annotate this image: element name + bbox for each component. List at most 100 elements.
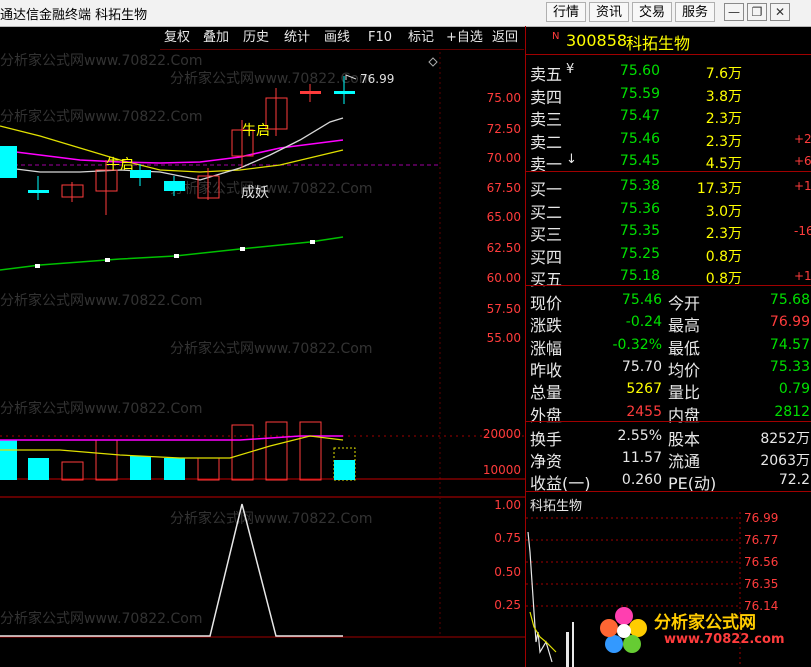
minimize-icon[interactable]: — <box>724 3 744 21</box>
site-logo: 分析家公式网 www.70822.com <box>598 600 808 664</box>
fundamental-value: 0.260 <box>621 472 662 488</box>
bid-row[interactable]: 买一 75.38 17.3万 +19 <box>526 175 811 199</box>
price-axis-label: 70.00 <box>486 151 521 165</box>
market-button[interactable]: 行情 <box>546 2 587 22</box>
axis-diamond-icon <box>428 57 438 67</box>
ask-mark: ↓ <box>566 152 577 168</box>
ask-volume: 3.8万 <box>705 88 742 105</box>
bid-label: 买四 <box>530 247 563 267</box>
bid-volume: 17.3万 <box>696 181 742 197</box>
price-axis-label: 57.50 <box>486 302 521 316</box>
ask-change: +2 <box>794 131 811 146</box>
close-icon[interactable]: ✕ <box>770 3 790 21</box>
price-axis-label: 67.50 <box>486 181 521 195</box>
quote-row: 涨跌 -0.24 最高 76.99 <box>526 311 811 335</box>
ask-label: 卖二 <box>530 132 563 152</box>
bid-row[interactable]: 买三 75.35 2.3万 -16 <box>526 220 811 245</box>
ask-row[interactable]: 卖一 ↓ 75.45 4.5万 +6 <box>526 150 811 174</box>
toolbar-draw-button[interactable]: 画线 <box>320 28 354 48</box>
trade-button[interactable]: 交易 <box>632 2 673 22</box>
toolbar-adjust-button[interactable]: 复权 <box>160 28 194 48</box>
ma-dot <box>105 258 110 262</box>
bid-change: +1 <box>794 269 811 284</box>
indicator-axis-label: 0.50 <box>494 565 521 579</box>
ask-row[interactable]: 卖三 75.47 2.3万 <box>526 105 811 130</box>
bid-price: 75.38 <box>619 178 660 194</box>
quote-value: 75.68 <box>769 292 810 308</box>
ask-change: +6 <box>794 154 811 169</box>
mini-axis-label: 76.35 <box>744 577 779 591</box>
bid-row[interactable]: 买四 75.25 0.8万 <box>526 243 811 267</box>
indicator-axis-label: 0.25 <box>494 598 521 612</box>
ask-price: 75.45 <box>619 153 660 170</box>
signal-label: 牛启 <box>242 123 270 139</box>
quote-value: 75.33 <box>769 358 810 375</box>
fundamental-row: 收益(一) 0.260 PE(动) 72.2 <box>526 469 811 493</box>
divider <box>526 421 811 422</box>
logo-url: www.70822.com <box>664 632 785 647</box>
ma-green-line <box>0 236 344 271</box>
fundamental-value: 8252万 <box>760 431 810 447</box>
quote-value: 76.99 <box>769 314 810 331</box>
bid-volume: 3.0万 <box>705 203 742 220</box>
high-price-label: 76.99 <box>360 72 395 86</box>
ma-dot <box>35 264 40 268</box>
news-button[interactable]: 资讯 <box>589 2 630 22</box>
ask-row[interactable]: 卖二 75.46 2.3万 +2 <box>526 128 811 152</box>
toolbar-add-favorite-button[interactable]: +自选 <box>442 28 487 48</box>
ask-volume: 2.3万 <box>705 111 742 128</box>
price-axis-label: 60.00 <box>486 271 521 285</box>
divider <box>526 54 811 55</box>
quote-value: -0.32% <box>612 336 662 353</box>
quote-value: 75.70 <box>621 358 662 375</box>
ask-price: 75.60 <box>619 63 660 79</box>
ask-volume: 7.6万 <box>705 66 742 82</box>
quote-row: 外盘 2455 内盘 2812 <box>526 401 811 425</box>
restore-icon[interactable]: ❐ <box>747 3 767 21</box>
quote-row: 现价 75.46 今开 75.68 <box>526 289 811 313</box>
ask-mark: ¥ <box>566 62 575 77</box>
quote-row: 总量 5267 量比 0.79 <box>526 378 811 402</box>
bid-label: 买三 <box>530 225 563 245</box>
service-button[interactable]: 服务 <box>675 2 716 22</box>
quote-value: 74.57 <box>769 336 810 353</box>
volume-axis-label: 20000 <box>482 427 521 441</box>
quote-value: 2812 <box>774 403 810 420</box>
ask-label: 卖三 <box>530 110 563 130</box>
flower-logo-icon <box>600 607 647 653</box>
bid-price: 75.35 <box>619 223 660 240</box>
price-axis-label: 55.00 <box>486 331 521 345</box>
ask-row[interactable]: 卖四 75.59 3.8万 <box>526 83 811 107</box>
ma-dot <box>240 247 245 251</box>
toolbar-overlay-button[interactable]: 叠加 <box>199 28 233 48</box>
stock-header: N 300858 科拓生物 <box>526 27 811 53</box>
fundamental-value: 2.55% <box>617 428 662 444</box>
ask-price: 75.47 <box>619 108 660 125</box>
toolbar-mark-button[interactable]: 标记 <box>404 28 438 48</box>
toolbar-stats-button[interactable]: 统计 <box>280 28 314 48</box>
bid-label: 买一 <box>530 180 563 199</box>
signal-label: 牛启 <box>106 157 134 173</box>
volume-ma-magenta <box>0 435 343 441</box>
volume-axis-label: 10000 <box>482 463 521 477</box>
divider <box>526 491 811 492</box>
ma-magenta-line <box>0 139 344 164</box>
signal-label: 成妖 <box>241 185 269 201</box>
toolbar-f10-button[interactable]: F10 <box>364 28 396 48</box>
toolbar-back-button[interactable]: 返回 <box>488 28 522 48</box>
logo-text: 分析家公式网 <box>654 613 756 633</box>
price-axis-label: 65.00 <box>486 210 521 224</box>
price-axis-label: 72.50 <box>486 122 521 136</box>
title-bar: 通达信金融终端 科拓生物 行情 资讯 交易 服务 — ❐ ✕ <box>0 0 811 27</box>
price-axis-label: 62.50 <box>486 241 521 255</box>
ask-row[interactable]: 卖五 ¥75.60 7.6万 <box>526 60 811 84</box>
bid-row[interactable]: 买二 75.36 3.0万 <box>526 198 811 222</box>
ask-price: 75.59 <box>619 85 660 102</box>
price-chart[interactable] <box>0 48 525 667</box>
ma-dot <box>174 254 179 258</box>
price-axis-label: 75.00 <box>486 91 521 105</box>
fundamental-row: 净资 11.57 流通 2063万 <box>526 447 811 471</box>
high-marker-arrow <box>345 74 357 80</box>
quote-row: 昨收 75.70 均价 75.33 <box>526 356 811 380</box>
toolbar-history-button[interactable]: 历史 <box>239 28 273 48</box>
